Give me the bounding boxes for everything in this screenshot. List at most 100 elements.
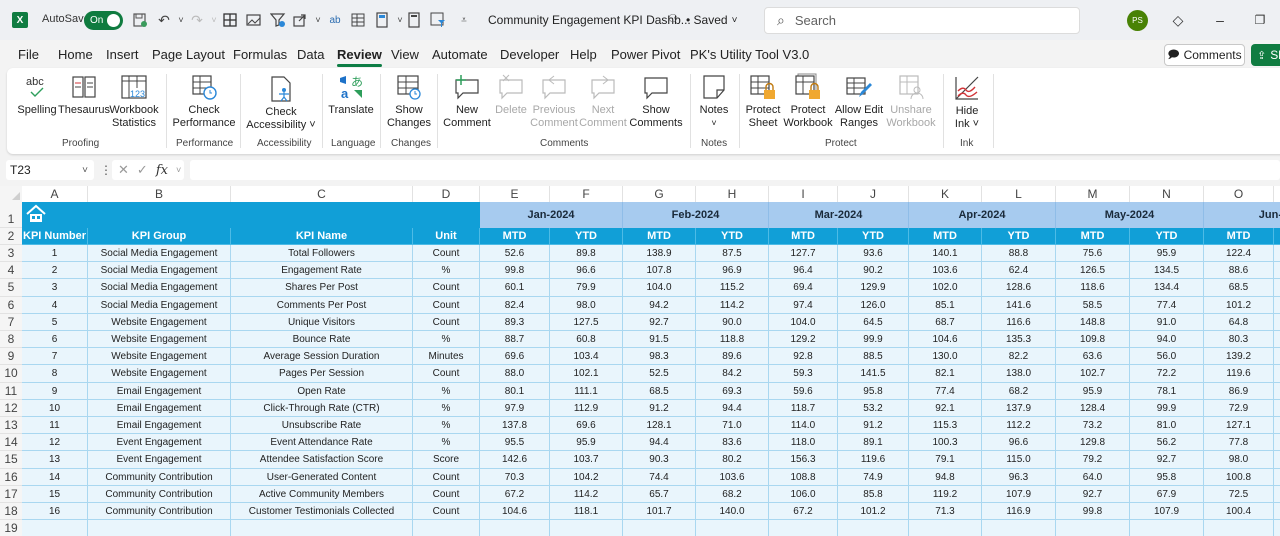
table-cell[interactable] xyxy=(1274,399,1280,417)
mtd-value-cell[interactable]: 126.5 xyxy=(1056,262,1130,280)
mtd-value-cell[interactable]: 94.8 xyxy=(909,468,982,486)
kpi-group-cell[interactable]: Event Engagement xyxy=(88,451,231,469)
kpi-number-cell[interactable]: 14 xyxy=(22,468,88,486)
mtd-value-cell[interactable]: 97.9 xyxy=(480,399,550,417)
column-header-a[interactable]: A xyxy=(22,186,88,202)
ytd-value-cell[interactable]: 94.4 xyxy=(696,399,769,417)
unit-cell[interactable]: % xyxy=(413,417,480,435)
tab-automate[interactable]: Automate xyxy=(432,47,488,62)
ytd-value-cell[interactable]: 141.5 xyxy=(838,365,909,383)
column-header-k[interactable]: K xyxy=(909,186,982,202)
table-cell[interactable] xyxy=(1274,365,1280,383)
ytd-value-cell[interactable]: 89.8 xyxy=(550,245,623,263)
spelling-quick-icon[interactable]: ab xyxy=(326,11,344,29)
mtd-value-cell[interactable]: 74.4 xyxy=(623,468,696,486)
mtd-value-cell[interactable]: 128.4 xyxy=(1056,399,1130,417)
ytd-value-cell[interactable]: 134.5 xyxy=(1130,262,1204,280)
ytd-value-cell[interactable]: 69.3 xyxy=(696,382,769,400)
kpi-number-cell[interactable]: 2 xyxy=(22,262,88,280)
mtd-value-cell[interactable]: 106.0 xyxy=(769,485,838,503)
redo-icon[interactable]: ↷ xyxy=(188,11,206,29)
table-cell[interactable] xyxy=(231,520,413,536)
mtd-value-cell[interactable]: 70.3 xyxy=(480,468,550,486)
ytd-value-cell[interactable]: 114.2 xyxy=(550,485,623,503)
table-cell[interactable] xyxy=(1274,503,1280,521)
mtd-value-cell[interactable]: 91.2 xyxy=(623,399,696,417)
mtd-value-cell[interactable]: 88.6 xyxy=(1204,262,1274,280)
ytd-value-cell[interactable]: 114.2 xyxy=(696,296,769,314)
row-header[interactable]: 13 xyxy=(0,417,22,435)
ytd-value-cell[interactable]: 90.0 xyxy=(696,313,769,331)
mtd-value-cell[interactable]: 100.3 xyxy=(909,434,982,452)
row-header[interactable]: 14 xyxy=(0,434,22,452)
row-header[interactable]: 6 xyxy=(0,296,22,314)
row-header[interactable]: 2 xyxy=(0,228,22,245)
kpi-name-cell[interactable]: Active Community Members xyxy=(231,485,413,503)
ytd-value-cell[interactable]: 140.0 xyxy=(696,503,769,521)
mtd-value-cell[interactable]: 92.1 xyxy=(909,399,982,417)
unit-cell[interactable]: % xyxy=(413,331,480,349)
mtd-value-cell[interactable]: 103.6 xyxy=(909,262,982,280)
table-cell[interactable] xyxy=(1274,382,1280,400)
ytd-value-cell[interactable]: 95.9 xyxy=(1130,245,1204,263)
ytd-value-cell[interactable]: 118.1 xyxy=(550,503,623,521)
column-header-d[interactable]: D xyxy=(413,186,480,202)
ytd-value-cell[interactable]: 98.0 xyxy=(550,296,623,314)
mtd-value-cell[interactable]: 91.5 xyxy=(623,331,696,349)
table-cell[interactable] xyxy=(1274,417,1280,435)
insert-function-icon[interactable]: fx xyxy=(156,163,168,178)
check-accessibility-button[interactable]: Check Accessibility ˅ xyxy=(245,74,317,132)
kpi-number-cell[interactable]: 8 xyxy=(22,365,88,383)
tab-view[interactable]: View xyxy=(391,47,419,62)
mtd-value-cell[interactable]: 156.3 xyxy=(769,451,838,469)
ytd-value-cell[interactable]: 99.9 xyxy=(838,331,909,349)
next-comment-button[interactable]: Next Comment xyxy=(579,72,627,130)
kpi-number-cell[interactable]: 11 xyxy=(22,417,88,435)
table-cell[interactable] xyxy=(413,520,480,536)
ytd-value-cell[interactable]: 93.6 xyxy=(838,245,909,263)
mtd-value-cell[interactable]: 118.0 xyxy=(769,434,838,452)
mtd-value-cell[interactable]: 64.8 xyxy=(1204,313,1274,331)
table-cell[interactable] xyxy=(1274,434,1280,452)
ytd-value-cell[interactable]: 68.2 xyxy=(982,382,1056,400)
mtd-value-cell[interactable]: 139.2 xyxy=(1204,348,1274,366)
tab-pk-utility-tool[interactable]: PK's Utility Tool V3.0 xyxy=(690,47,809,62)
kpi-name-cell[interactable]: Customer Testimonials Collected xyxy=(231,503,413,521)
ytd-value-cell[interactable]: 62.4 xyxy=(982,262,1056,280)
formula-input[interactable] xyxy=(190,160,1280,180)
mtd-value-cell[interactable]: 82.4 xyxy=(480,296,550,314)
translate-button[interactable]: aあ Translate xyxy=(327,72,375,117)
row-header[interactable]: 9 xyxy=(0,348,22,366)
tab-help[interactable]: Help xyxy=(570,47,597,62)
table-cell[interactable] xyxy=(22,520,88,536)
ytd-value-cell[interactable]: 72.2 xyxy=(1130,365,1204,383)
mtd-value-cell[interactable]: 67.2 xyxy=(769,503,838,521)
ytd-value-cell[interactable]: 141.6 xyxy=(982,296,1056,314)
mtd-value-cell[interactable]: 104.0 xyxy=(769,313,838,331)
kpi-name-cell[interactable]: User-Generated Content xyxy=(231,468,413,486)
calculator2-icon[interactable] xyxy=(405,11,423,29)
mtd-value-cell[interactable]: 97.4 xyxy=(769,296,838,314)
kpi-number-cell[interactable]: 3 xyxy=(22,279,88,297)
kpi-group-cell[interactable]: Social Media Engagement xyxy=(88,279,231,297)
ytd-value-cell[interactable]: 89.6 xyxy=(696,348,769,366)
table-cell[interactable] xyxy=(1056,520,1130,536)
mtd-value-cell[interactable]: 99.8 xyxy=(480,262,550,280)
mtd-value-cell[interactable]: 86.9 xyxy=(1204,382,1274,400)
ytd-value-cell[interactable]: 107.9 xyxy=(982,485,1056,503)
mtd-value-cell[interactable]: 104.0 xyxy=(623,279,696,297)
table-cell[interactable] xyxy=(1130,520,1204,536)
ytd-value-cell[interactable]: 87.5 xyxy=(696,245,769,263)
row-header[interactable]: 7 xyxy=(0,313,22,331)
mtd-value-cell[interactable]: 115.3 xyxy=(909,417,982,435)
column-header-g[interactable]: G xyxy=(623,186,696,202)
mtd-value-cell[interactable]: 101.2 xyxy=(1204,296,1274,314)
mtd-value-cell[interactable]: 94.4 xyxy=(623,434,696,452)
table-cell[interactable] xyxy=(1274,348,1280,366)
mtd-value-cell[interactable]: 119.6 xyxy=(1204,365,1274,383)
mtd-value-cell[interactable]: 58.5 xyxy=(1056,296,1130,314)
kpi-group-cell[interactable]: Website Engagement xyxy=(88,313,231,331)
mtd-value-cell[interactable]: 69.6 xyxy=(480,348,550,366)
ytd-value-cell[interactable]: 104.2 xyxy=(550,468,623,486)
table-cell[interactable] xyxy=(696,520,769,536)
